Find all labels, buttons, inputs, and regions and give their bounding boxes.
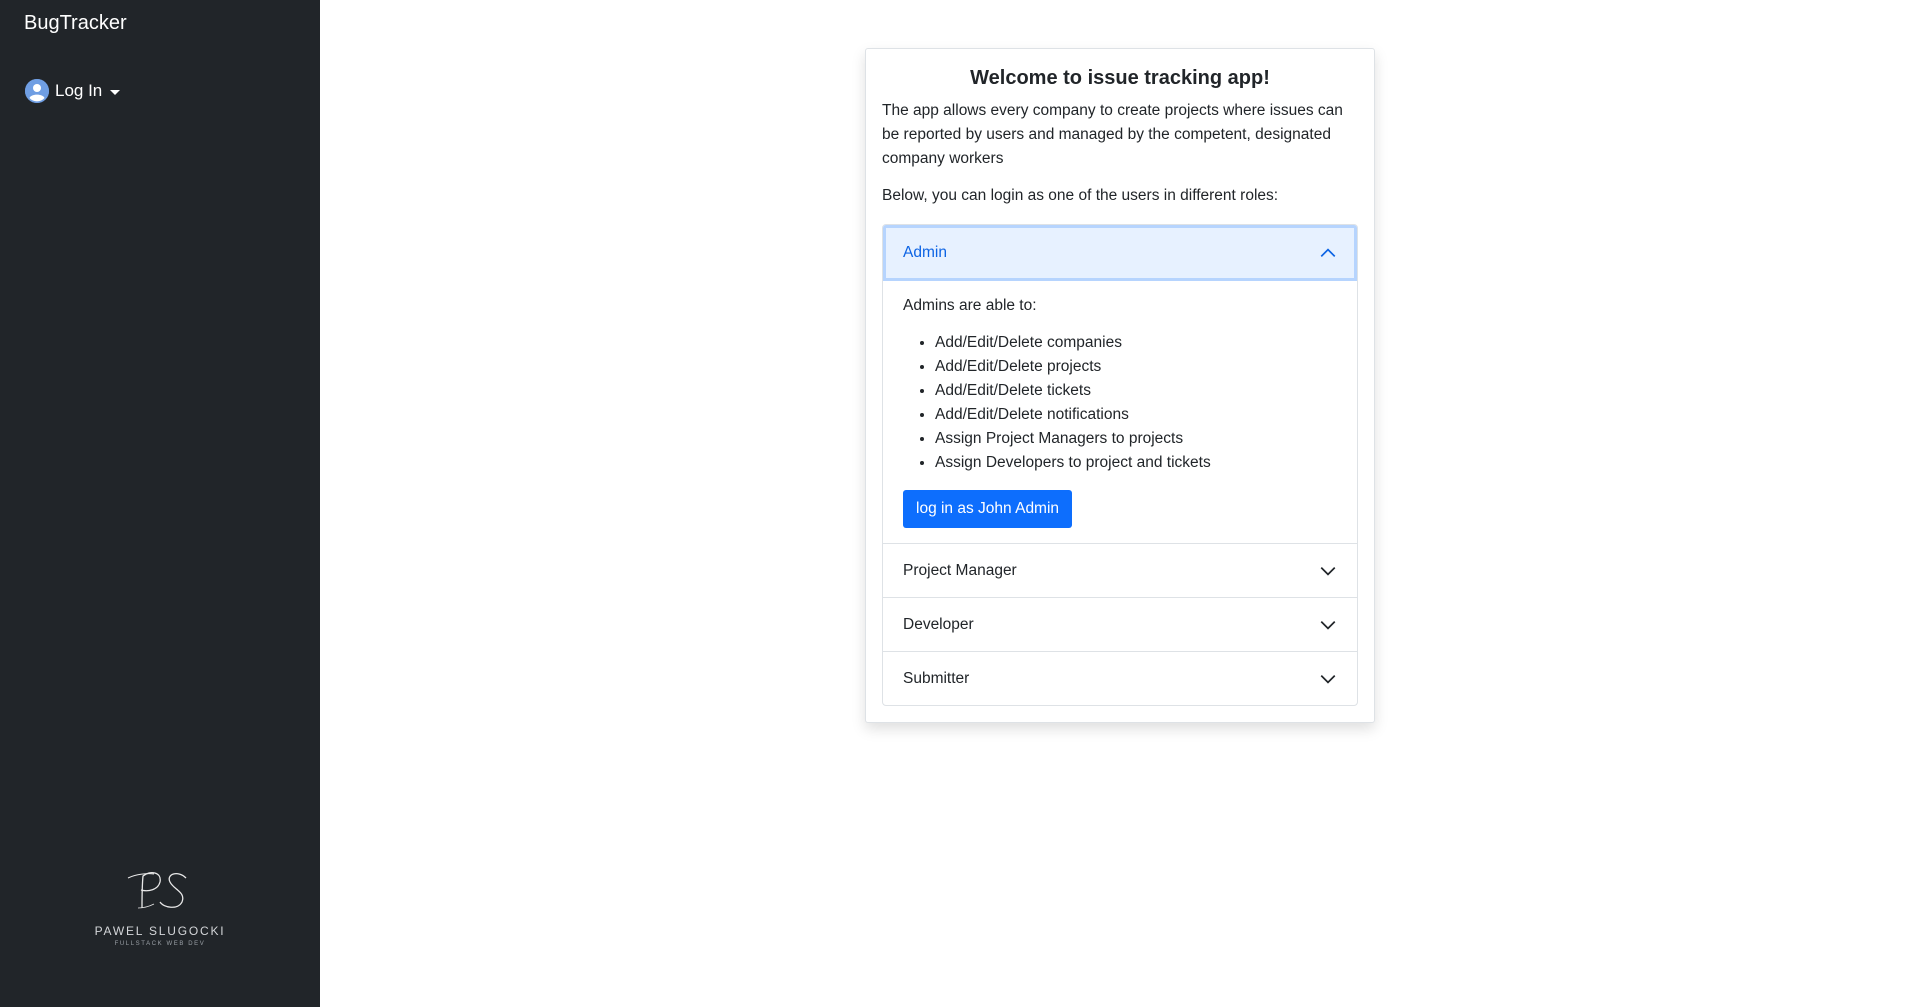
list-item: Assign Developers to project and tickets	[935, 451, 1337, 475]
list-item: Add/Edit/Delete companies	[935, 331, 1337, 355]
list-item: Add/Edit/Delete notifications	[935, 403, 1337, 427]
accordion-label-developer: Developer	[903, 615, 974, 633]
author-subtitle: FULLSTACK WEB DEV	[114, 941, 206, 947]
chevron-up-icon	[1320, 248, 1336, 257]
admin-abilities-list: Add/Edit/Delete companies Add/Edit/Delet…	[903, 331, 1337, 475]
intro-text: The app allows every company to create p…	[882, 102, 1343, 167]
signature-logo	[127, 871, 187, 909]
chevron-down-icon	[1320, 674, 1336, 684]
welcome-card: Welcome to issue tracking app! The app a…	[865, 48, 1375, 723]
roles-accordion: Admin Admins are able to: Add/Edit/Delet…	[882, 224, 1358, 706]
author-name: PAWEL SLUGOCKI	[94, 924, 226, 938]
caret-down-icon	[110, 89, 121, 95]
login-as-admin-button[interactable]: log in as John Admin	[903, 490, 1073, 528]
accordion-label-project-manager: Project Manager	[903, 561, 1017, 579]
admin-abilities-heading: Admins are able to:	[903, 297, 1037, 314]
accordion-body-admin: Admins are able to: Add/Edit/Delete comp…	[883, 281, 1357, 543]
page-title: Welcome to issue tracking app!	[970, 67, 1270, 89]
login-label: Log In	[55, 81, 103, 100]
accordion-header-developer[interactable]: Developer	[883, 598, 1357, 651]
sidebar: BugTracker Log In PAWEL SLUGOCKI FULLSTA…	[0, 0, 320, 1007]
accordion-item-developer: Developer	[883, 598, 1357, 652]
list-item: Add/Edit/Delete projects	[935, 355, 1337, 379]
brand-logo[interactable]: BugTracker	[24, 12, 127, 35]
accordion-item-submitter: Submitter	[883, 652, 1357, 705]
accordion-item-admin: Admin Admins are able to: Add/Edit/Delet…	[883, 225, 1357, 544]
chevron-down-icon	[1320, 620, 1336, 630]
login-dropdown-toggle[interactable]: Log In	[25, 79, 121, 103]
accordion-header-admin[interactable]: Admin	[883, 225, 1357, 281]
accordion-label-admin: Admin	[903, 244, 947, 261]
author-signature: PAWEL SLUGOCKI FULLSTACK WEB DEV	[0, 868, 320, 947]
list-item: Assign Project Managers to projects	[935, 427, 1337, 451]
roles-intro-text: Below, you can login as one of the users…	[882, 187, 1279, 204]
accordion-label-submitter: Submitter	[903, 669, 970, 687]
accordion-header-project-manager[interactable]: Project Manager	[883, 544, 1357, 597]
accordion-item-project-manager: Project Manager	[883, 544, 1357, 598]
list-item: Add/Edit/Delete tickets	[935, 379, 1337, 403]
chevron-down-icon	[1320, 566, 1336, 576]
user-circle-icon	[25, 79, 49, 103]
accordion-header-submitter[interactable]: Submitter	[883, 652, 1357, 705]
